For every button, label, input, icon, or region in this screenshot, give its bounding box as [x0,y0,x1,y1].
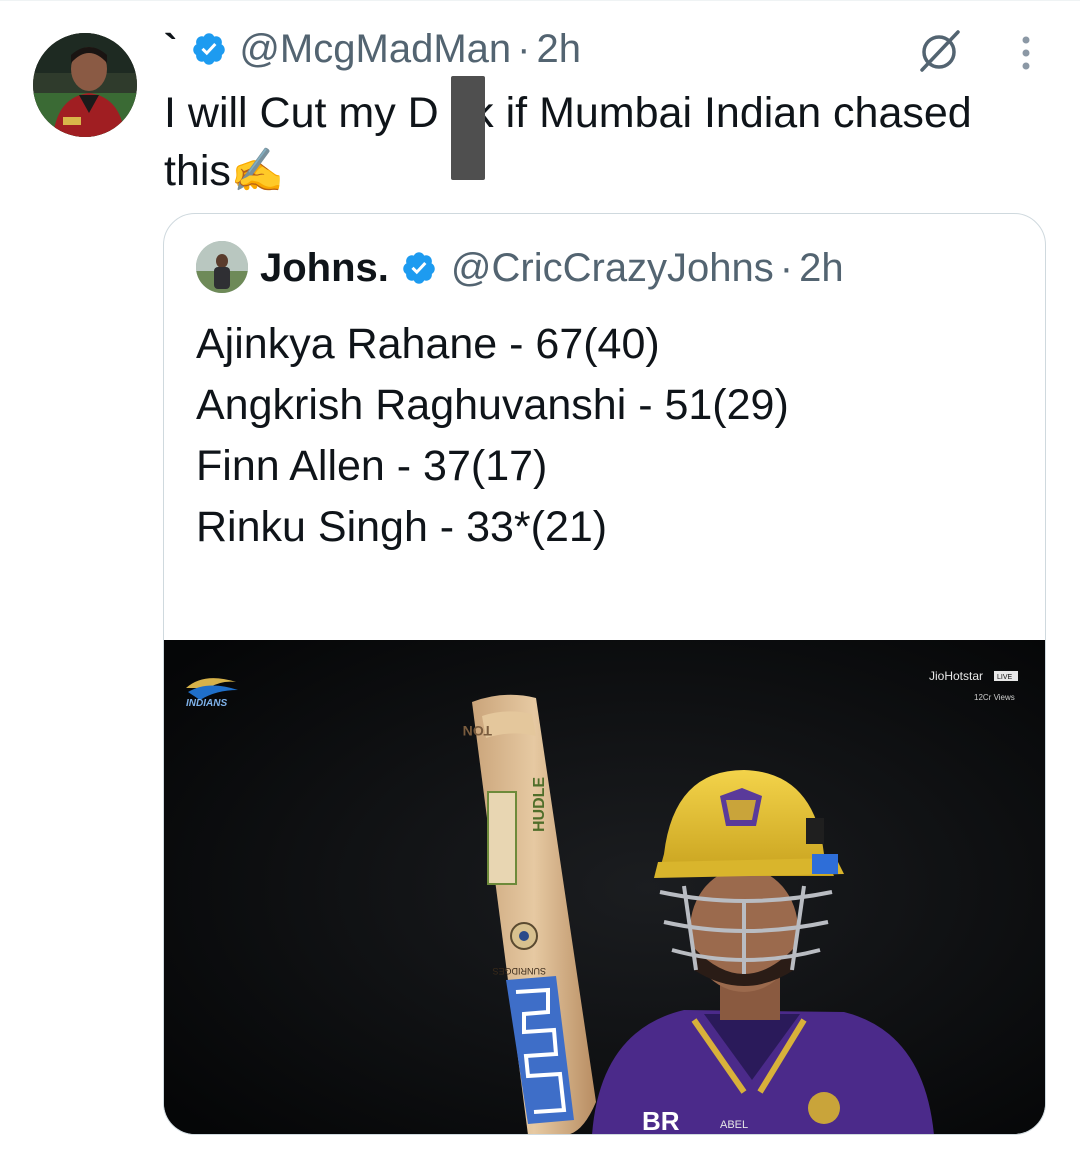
quoted-tweet[interactable]: Johns. @CricCrazyJohns · 2h Ajinkya Raha… [163,213,1046,1135]
quoted-handle[interactable]: @CricCrazyJohns [451,246,774,291]
live-badge: LIVE [997,674,1013,681]
grok-icon[interactable] [914,26,964,76]
separator-dot: · [779,245,794,290]
top-divider [0,0,1080,1]
more-options-icon[interactable] [1006,30,1046,76]
logo-text: INDIANS [186,698,227,709]
verified-badge-icon [193,33,226,65]
quoted-tweet-header: Johns. @CricCrazyJohns · 2h [260,242,844,294]
quoted-media-image[interactable]: INDIANS JioHotstar LIVE 12Cr Views TON H… [164,640,1045,1135]
author-handle[interactable]: @McgMadMan [239,27,511,72]
censor-bar [451,76,485,180]
author-display-name[interactable]: ` [164,27,177,72]
tweet-time[interactable]: 2h [536,27,581,72]
score-line: Ajinkya Rahane - 67(40) [196,320,660,368]
quoted-time[interactable]: 2h [799,246,844,291]
separator-dot: · [517,26,531,71]
bat-label-brand: HUDLE [531,777,548,832]
broadcaster-name: JioHotstar [929,669,983,683]
score-line: Angkrish Raghuvanshi - 51(29) [196,381,789,429]
tweet-text: I will Cut my D ck if Mumbai Indian chas… [164,89,972,195]
quoted-display-name[interactable]: Johns. [260,246,389,291]
score-line: Rinku Singh - 33*(21) [196,503,608,551]
quoted-author-avatar[interactable] [196,241,248,293]
bat-label-top: TON [463,723,492,739]
jersey-sponsor: ABEL [720,1119,748,1131]
quoted-tweet-text: Ajinkya Rahane - 67(40) Angkrish Raghuva… [196,314,789,558]
score-line: Finn Allen - 37(17) [196,442,548,490]
bat-label-sponsor: SUNRIDGES [492,966,546,976]
view-count: 12Cr Views [974,693,1015,702]
jersey-text: BR [642,1106,680,1135]
author-avatar[interactable] [33,33,137,137]
verified-badge-icon [403,252,435,284]
tweet-header: ` @McgMadMan · 2h [164,26,581,72]
